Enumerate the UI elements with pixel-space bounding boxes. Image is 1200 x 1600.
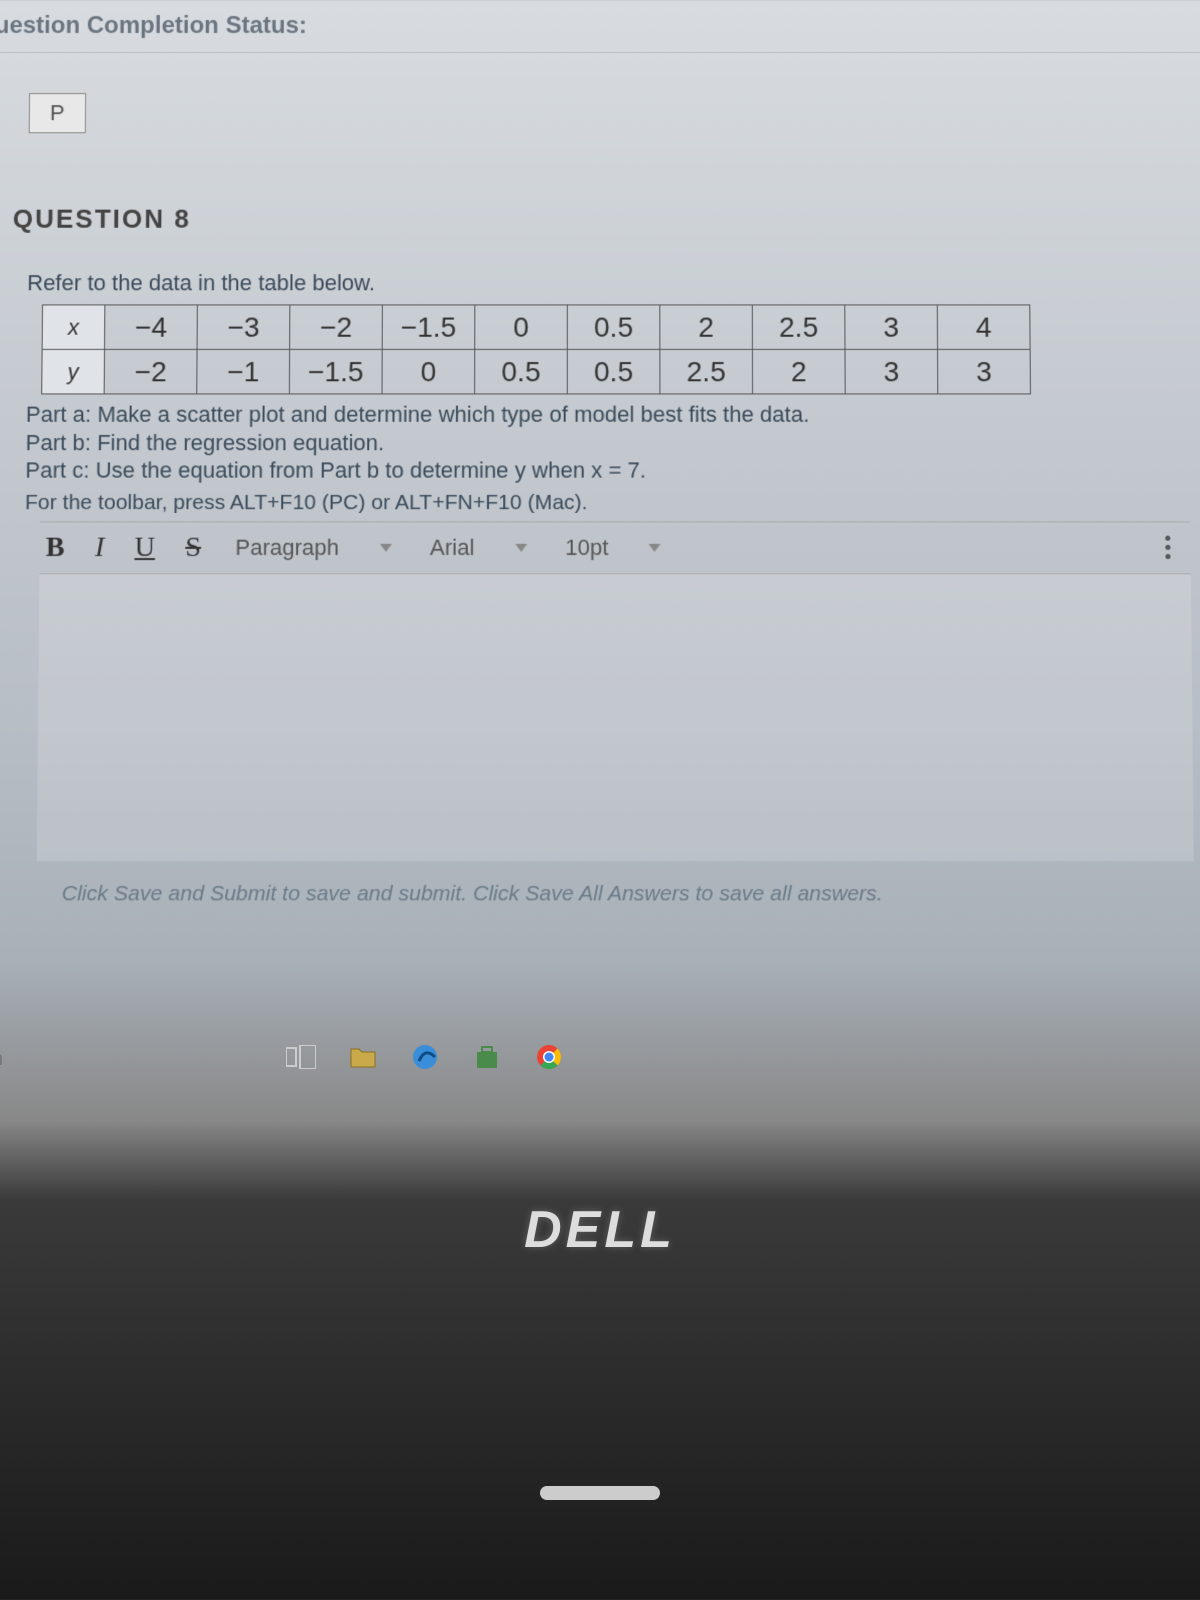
cell: 0.5	[475, 349, 568, 394]
chrome-icon[interactable]	[528, 1038, 570, 1076]
cell: 3	[938, 349, 1031, 394]
chevron-down-icon	[379, 543, 391, 551]
question-parts: Part a: Make a scatter plot and determin…	[25, 401, 1200, 485]
laptop-hinge	[540, 1486, 660, 1500]
edge-icon[interactable]	[404, 1038, 446, 1076]
question-prompt: Refer to the data in the table below.	[27, 270, 1200, 296]
bold-button[interactable]: B	[40, 531, 71, 564]
file-explorer-icon[interactable]	[342, 1038, 384, 1076]
part-c: Part c: Use the equation from Part b to …	[25, 456, 1200, 484]
underline-button[interactable]: U	[128, 531, 161, 564]
search-fragment: ch	[0, 1048, 3, 1071]
part-a: Part a: Make a scatter plot and determin…	[26, 401, 1200, 429]
answer-editor[interactable]	[37, 574, 1194, 861]
table-row: y −2 −1 −1.5 0 0.5 0.5 2.5 2 3 3	[42, 349, 1031, 394]
editor-toolbar: B I U S Paragraph Arial 10pt	[39, 521, 1190, 574]
cell: −4	[104, 305, 197, 349]
toolbar-hint: For the toolbar, press ALT+F10 (PC) or A…	[25, 490, 1200, 514]
italic-button[interactable]: I	[89, 531, 111, 564]
cell: 3	[845, 349, 938, 394]
fontsize-dropdown[interactable]: 10pt	[555, 530, 671, 565]
row-label-x: x	[42, 305, 105, 349]
p-indicator: P	[29, 93, 86, 133]
data-table: x −4 −3 −2 −1.5 0 0.5 2 2.5 3 4 y −2 −1 …	[41, 304, 1031, 394]
cell: 2.5	[660, 349, 753, 394]
cell: 2.5	[752, 305, 845, 349]
paragraph-label: Paragraph	[235, 534, 339, 560]
paragraph-dropdown[interactable]: Paragraph	[225, 530, 402, 565]
dell-logo: DELL	[524, 1200, 676, 1260]
font-label: Arial	[430, 534, 475, 560]
completion-status-header: uestion Completion Status:	[0, 0, 1200, 53]
cell: 2	[752, 349, 845, 394]
chevron-down-icon	[515, 543, 527, 551]
font-dropdown[interactable]: Arial	[420, 530, 537, 565]
cell: −2	[104, 349, 197, 394]
save-hint: Click Save and Submit to save and submit…	[62, 881, 1200, 906]
cell: −3	[197, 305, 290, 349]
task-view-icon[interactable]	[280, 1038, 322, 1076]
cell: 0.5	[567, 305, 660, 349]
cell: −2	[290, 305, 383, 349]
cell: 4	[937, 305, 1030, 349]
store-icon[interactable]	[466, 1038, 508, 1076]
cell: −1	[197, 349, 290, 394]
fontsize-label: 10pt	[565, 534, 608, 560]
cell: −1.5	[289, 349, 382, 394]
table-row: x −4 −3 −2 −1.5 0 0.5 2 2.5 3 4	[42, 305, 1030, 349]
part-b: Part b: Find the regression equation.	[25, 428, 1200, 456]
row-label-y: y	[42, 349, 105, 394]
cell: 0.5	[567, 349, 660, 394]
strikethrough-button[interactable]: S	[179, 531, 207, 564]
cell: 3	[845, 305, 938, 349]
cell: 0	[475, 305, 568, 349]
cell: −1.5	[382, 305, 475, 349]
more-options-button[interactable]	[1165, 536, 1170, 559]
question-title: QUESTION 8	[13, 204, 1200, 235]
chevron-down-icon	[649, 543, 661, 551]
cell: 2	[660, 305, 753, 349]
windows-taskbar	[280, 1038, 570, 1076]
cell: 0	[382, 349, 475, 394]
